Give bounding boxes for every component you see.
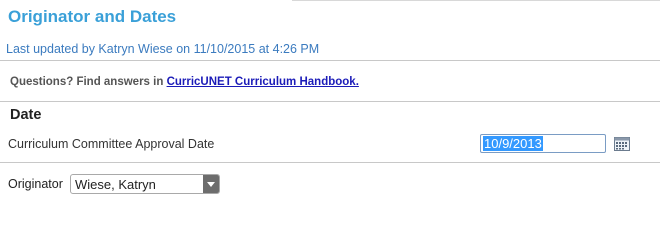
section-divider bbox=[0, 60, 660, 61]
page-title: Originator and Dates bbox=[8, 7, 177, 26]
section-divider bbox=[0, 162, 660, 163]
date-section-heading: Date bbox=[10, 107, 42, 123]
top-divider bbox=[292, 0, 660, 1]
approval-date-label: Curriculum Committee Approval Date bbox=[8, 137, 215, 151]
calendar-icon[interactable] bbox=[614, 137, 630, 151]
handbook-link[interactable]: CurricUNET Curriculum Handbook. bbox=[167, 76, 359, 88]
originator-label: Originator bbox=[8, 177, 63, 191]
originator-select[interactable]: Wiese, Katryn bbox=[70, 174, 220, 194]
approval-date-value: 10/9/2013 bbox=[483, 136, 543, 151]
chevron-down-icon[interactable] bbox=[203, 175, 219, 193]
help-text: Questions? Find answers in CurricUNET Cu… bbox=[10, 76, 359, 88]
last-updated-text: Last updated by Katryn Wiese on 11/10/20… bbox=[6, 42, 320, 56]
originator-selected-value: Wiese, Katryn bbox=[75, 177, 156, 192]
help-prefix: Questions? Find answers in bbox=[10, 76, 167, 88]
approval-date-input[interactable]: 10/9/2013 bbox=[480, 134, 606, 153]
section-divider bbox=[0, 101, 660, 102]
